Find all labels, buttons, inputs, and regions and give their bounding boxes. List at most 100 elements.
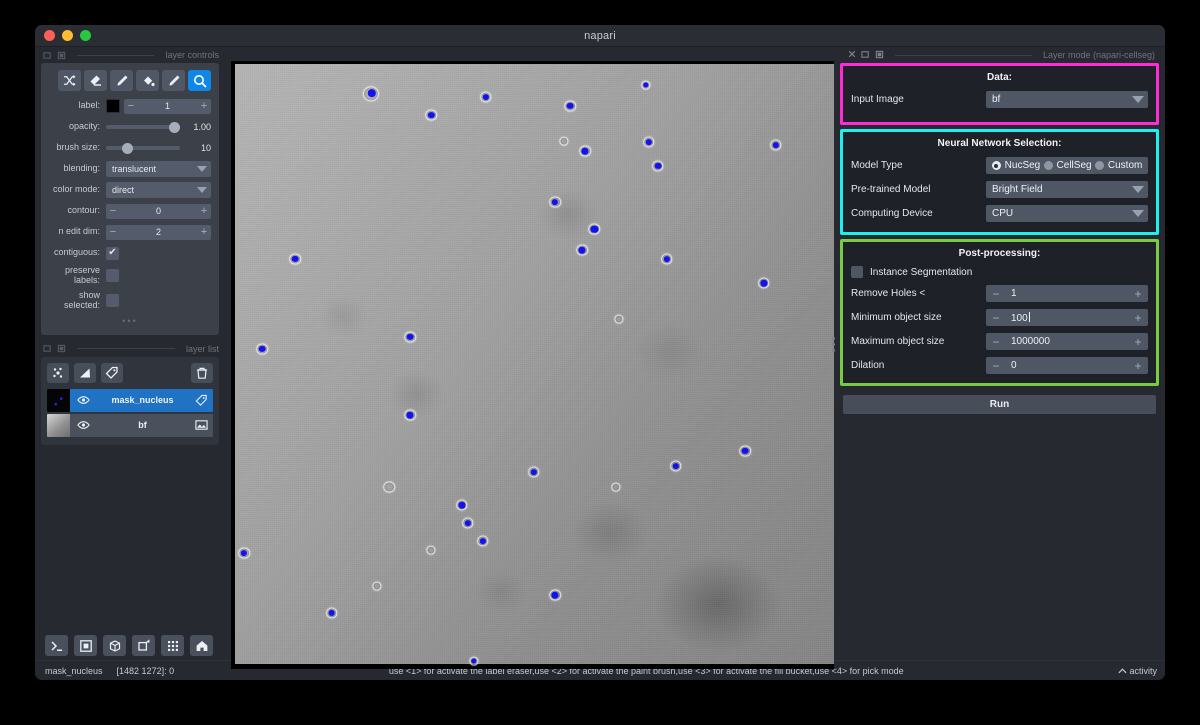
n-edit-dim-stepper[interactable]: − 2 + — [106, 225, 211, 240]
paint-brush-icon[interactable] — [110, 70, 133, 91]
visibility-eye-icon[interactable] — [70, 395, 96, 405]
nucleus-mask — [760, 280, 767, 287]
image-layer-icon — [189, 419, 213, 431]
minimum-object-size-decrement-icon[interactable]: − — [991, 312, 1001, 324]
show-selected-checkbox[interactable] — [106, 294, 119, 307]
layer-list-toolbar — [47, 363, 213, 383]
input-image-label: Input Image — [851, 94, 986, 105]
close-window-button[interactable] — [44, 30, 55, 41]
remove-holes-stepper[interactable]: − 1 + — [986, 285, 1148, 302]
minimum-object-size-value[interactable]: 100 — [1001, 312, 1133, 324]
maximize-dock-icon[interactable] — [875, 50, 884, 61]
brush-size-knob[interactable] — [122, 143, 133, 154]
maximize-window-button[interactable] — [80, 30, 91, 41]
nucleus-mask — [259, 346, 266, 352]
list-item[interactable]: mask_nucleus — [47, 389, 213, 412]
opacity-knob[interactable] — [169, 122, 180, 133]
list-item[interactable]: bf — [47, 414, 213, 437]
activity-button[interactable]: activity — [1118, 666, 1157, 676]
grid-view-button[interactable] — [161, 635, 184, 656]
nucleus-mask — [292, 256, 299, 262]
eraser-icon[interactable] — [84, 70, 107, 91]
radio-dot-icon — [992, 161, 1001, 170]
dock-header-rule — [77, 55, 154, 56]
contour-stepper[interactable]: − 0 + — [106, 204, 211, 219]
model-type-option-cellseg[interactable]: CellSeg — [1044, 160, 1092, 171]
minimum-object-size-increment-icon[interactable]: + — [1133, 312, 1143, 324]
maximum-object-size-value[interactable]: 1000000 — [1001, 336, 1133, 347]
close-dock-icon[interactable] — [848, 50, 856, 60]
maximum-object-size-row: Maximum object size − 1000000 + — [851, 332, 1148, 351]
nucleus-mask — [673, 463, 679, 469]
panel-resize-grip[interactable]: ••• — [49, 316, 211, 326]
float-dock-icon[interactable] — [861, 50, 870, 61]
model-type-option-nucseg[interactable]: NucSeg — [992, 160, 1041, 171]
contiguous-checkbox[interactable] — [106, 247, 119, 260]
minimum-object-size-stepper[interactable]: − 100 + — [986, 309, 1148, 326]
n-edit-dim-row: n edit dim: − 2 + — [49, 224, 211, 240]
dilation-value[interactable]: 0 — [1001, 360, 1133, 371]
new-labels-button[interactable] — [101, 363, 123, 383]
opacity-slider[interactable] — [106, 120, 180, 135]
visibility-eye-icon[interactable] — [70, 420, 96, 430]
image-noise-overlay — [235, 64, 834, 664]
run-button[interactable]: Run — [843, 395, 1156, 414]
minimize-window-button[interactable] — [62, 30, 73, 41]
dilation-increment-icon[interactable]: + — [1133, 360, 1143, 372]
home-button[interactable] — [190, 635, 213, 656]
brightfield-microscopy-canvas[interactable] — [231, 61, 834, 669]
chevron-down-icon — [1132, 96, 1144, 103]
remove-holes-decrement-icon[interactable]: − — [991, 288, 1001, 300]
n-edit-dim-decrement-icon[interactable]: − — [106, 227, 120, 238]
fill-bucket-icon[interactable] — [136, 70, 159, 91]
status-layer-name: mask_nucleus — [45, 666, 103, 676]
input-image-select[interactable]: bf — [986, 91, 1148, 108]
shuffle-colors-icon[interactable] — [58, 70, 81, 91]
pretrained-model-select[interactable]: Bright Field — [986, 181, 1148, 198]
label-increment-icon[interactable]: + — [197, 101, 211, 112]
label-color-swatch[interactable] — [106, 99, 120, 113]
float-dock-icon[interactable] — [43, 344, 52, 353]
new-points-button[interactable] — [47, 363, 69, 383]
remove-holes-increment-icon[interactable]: + — [1133, 288, 1143, 300]
remove-holes-value[interactable]: 1 — [1001, 288, 1133, 299]
maximum-object-size-increment-icon[interactable]: + — [1133, 336, 1143, 348]
instance-segmentation-row[interactable]: Instance Segmentation — [851, 266, 1148, 278]
instance-segmentation-checkbox[interactable] — [851, 266, 863, 278]
dock-header-rule — [895, 55, 1032, 56]
transpose-dims-button[interactable] — [132, 635, 155, 656]
nucleus-mask — [579, 247, 586, 254]
roll-dims-button[interactable] — [103, 635, 126, 656]
brush-size-value: 10 — [185, 143, 211, 153]
zoom-pan-icon[interactable] — [188, 70, 211, 91]
maximum-object-size-stepper[interactable]: − 1000000 + — [986, 333, 1148, 350]
model-type-option-custom[interactable]: Custom — [1095, 160, 1142, 171]
float-dock-icon[interactable] — [43, 51, 52, 60]
layer-list-title: layer list — [186, 344, 219, 354]
dilation-stepper[interactable]: − 0 + — [986, 357, 1148, 374]
new-shapes-button[interactable] — [74, 363, 96, 383]
model-type-label: Model Type — [851, 160, 986, 171]
nucleus-mask — [552, 199, 558, 205]
computing-device-select[interactable]: CPU — [986, 205, 1148, 222]
contour-increment-icon[interactable]: + — [197, 206, 211, 217]
maximize-dock-icon[interactable] — [57, 344, 66, 353]
ndisplay-button[interactable] — [74, 635, 97, 656]
blending-select[interactable]: translucent — [106, 161, 211, 177]
label-stepper[interactable]: − 1 + — [124, 99, 211, 114]
color-mode-select[interactable]: direct — [106, 182, 211, 198]
maximum-object-size-decrement-icon[interactable]: − — [991, 336, 1001, 348]
maximum-object-size-label: Maximum object size — [851, 336, 986, 347]
preserve-labels-checkbox[interactable] — [106, 269, 119, 282]
brush-size-slider[interactable] — [106, 141, 180, 156]
delete-layer-button[interactable] — [191, 363, 213, 383]
dock-splitter-handle[interactable] — [832, 337, 835, 352]
label-decrement-icon[interactable]: − — [124, 101, 138, 112]
activity-label: activity — [1129, 666, 1157, 676]
console-button[interactable] — [45, 635, 68, 656]
maximize-dock-icon[interactable] — [57, 51, 66, 60]
color-picker-icon[interactable] — [162, 70, 185, 91]
contour-decrement-icon[interactable]: − — [106, 206, 120, 217]
dilation-decrement-icon[interactable]: − — [991, 360, 1001, 372]
n-edit-dim-increment-icon[interactable]: + — [197, 227, 211, 238]
